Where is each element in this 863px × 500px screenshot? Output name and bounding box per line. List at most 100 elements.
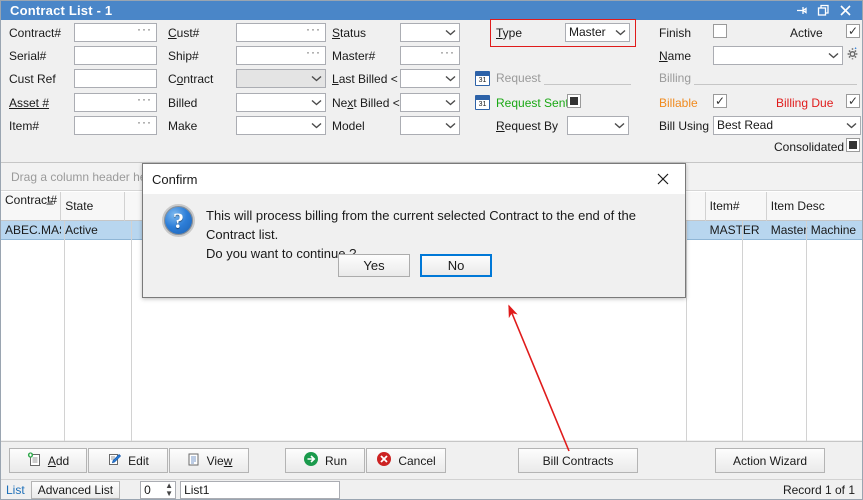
checkbox-consolidated[interactable]: [846, 138, 860, 152]
cell-item: MASTER: [709, 222, 760, 237]
list-number-stepper[interactable]: 0 ▲ ▼: [140, 480, 177, 499]
input-contract-number[interactable]: [74, 21, 157, 42]
checkbox-mark: [849, 141, 857, 149]
label-last-billed: Last Billed <: [332, 72, 398, 86]
calendar-icon-day: 31: [478, 101, 487, 108]
cancel-button[interactable]: Cancel: [366, 448, 446, 473]
checkbox-active[interactable]: ✓: [846, 24, 860, 38]
status-bar: List Advanced List 0 ▲ ▼ List1 Record 1 o…: [1, 479, 862, 499]
grid-column-divider: [742, 221, 743, 441]
label-consolidated: Consolidated: [774, 140, 845, 154]
checkbox-mark: ✓: [847, 23, 859, 38]
group-label-request: Request: [496, 71, 544, 85]
no-button[interactable]: No: [420, 254, 492, 277]
dialog-body: ? This will process billing from the cur…: [143, 194, 685, 299]
restore-icon[interactable]: [812, 1, 834, 20]
action-wizard-button-label: Action Wizard: [732, 453, 808, 468]
label-next-billed: Next Billed <: [332, 96, 400, 110]
grid-column-label: Item#: [709, 199, 740, 213]
cell-state: Active: [65, 222, 98, 237]
spinner-icon[interactable]: ▲ ▼: [165, 481, 173, 498]
sort-ascending-icon: [46, 200, 55, 205]
advanced-list-button[interactable]: Advanced List: [30, 480, 121, 499]
checkbox-billable[interactable]: ✓: [713, 94, 727, 108]
label-make: Make: [168, 119, 198, 133]
input-master-number[interactable]: [400, 44, 460, 65]
label-cust-ref: Cust Ref: [9, 72, 56, 86]
pin-icon[interactable]: [790, 1, 812, 20]
add-button-label: Add: [47, 453, 70, 468]
edit-button-label: Edit: [128, 453, 149, 468]
input-item-number[interactable]: [74, 114, 157, 135]
yes-button[interactable]: Yes: [338, 254, 410, 277]
checkbox-mark: ✓: [847, 93, 859, 108]
window-title: Contract List - 1: [10, 3, 113, 18]
combo-last-billed[interactable]: [400, 69, 460, 88]
grid-column-divider: [64, 221, 65, 441]
label-ship-number: Ship#: [168, 49, 199, 63]
cancel-x-icon: [376, 451, 392, 470]
action-wizard-button[interactable]: Action Wizard: [715, 448, 825, 473]
combo-request-by[interactable]: [567, 116, 629, 135]
bill-contracts-button-label: Bill Contracts: [542, 453, 614, 468]
input-ship-number[interactable]: [236, 44, 326, 65]
grid-column-label: State: [65, 199, 94, 213]
grid-column-label: Item Desc: [770, 199, 825, 213]
bill-contracts-button[interactable]: Bill Contracts: [518, 448, 638, 473]
list-tab-link[interactable]: List: [6, 483, 25, 497]
chevron-down-icon: [614, 117, 625, 134]
label-model: Model: [332, 119, 365, 133]
input-cust-ref[interactable]: [74, 69, 157, 88]
grid-column-header-item[interactable]: Item#: [706, 192, 767, 221]
grid-column-header-state[interactable]: State: [61, 192, 126, 221]
edit-button[interactable]: Edit: [88, 448, 168, 473]
calendar-icon-day: 31: [478, 77, 487, 84]
combo-next-billed[interactable]: [400, 93, 460, 112]
label-status: Status: [332, 26, 367, 40]
combo-contract[interactable]: [236, 69, 326, 88]
dialog-title: Confirm: [152, 171, 198, 187]
close-icon[interactable]: [641, 164, 685, 194]
chevron-down-icon: [846, 117, 857, 134]
add-button[interactable]: Add: [9, 448, 87, 473]
label-serial-number: Serial#: [9, 49, 47, 63]
settings-gear-icon[interactable]: [844, 45, 860, 64]
grid-column-header-item-desc[interactable]: Item Desc: [767, 192, 862, 221]
list-number-value: 0: [144, 482, 151, 497]
grid-column-divider: [806, 221, 807, 441]
calendar-icon[interactable]: 31: [475, 71, 490, 86]
label-master-number: Master#: [332, 49, 376, 63]
cell-item-desc: Master Machine: [770, 222, 857, 237]
input-asset-number[interactable]: [74, 91, 157, 112]
input-cust-number[interactable]: [236, 21, 326, 42]
cell-contract: ABEC.MAST: [5, 222, 61, 237]
list-name-input[interactable]: List1: [180, 480, 341, 499]
grid-column-divider: [686, 221, 687, 441]
combo-name[interactable]: [713, 46, 843, 65]
label-billed: Billed: [168, 96, 198, 110]
input-serial-number[interactable]: [74, 46, 157, 65]
combo-make[interactable]: [236, 116, 326, 135]
checkbox-finish[interactable]: [713, 24, 727, 38]
calendar-icon[interactable]: 31: [475, 95, 490, 110]
view-button[interactable]: View: [169, 448, 249, 473]
label-asset-number: Asset #: [9, 96, 50, 110]
label-request-sent: Request Sent: [496, 96, 569, 110]
chevron-down-icon: [311, 117, 322, 134]
run-arrow-icon: [303, 451, 319, 470]
checkbox-request-sent[interactable]: [567, 94, 581, 108]
grid-column-header-contract[interactable]: Contract#: [1, 192, 62, 221]
checkbox-billing-due[interactable]: ✓: [846, 94, 860, 108]
close-icon[interactable]: [834, 1, 856, 20]
run-button[interactable]: Run: [285, 448, 365, 473]
cancel-button-label: Cancel: [398, 453, 436, 468]
label-finish: Finish: [659, 26, 692, 40]
combo-type[interactable]: Master: [565, 23, 630, 42]
combo-bill-using[interactable]: Best Read: [713, 116, 861, 135]
combo-status[interactable]: [400, 23, 460, 42]
label-bill-using: Bill Using: [659, 119, 710, 133]
label-active: Active: [790, 26, 823, 40]
checkbox-mark: [570, 97, 578, 105]
combo-model[interactable]: [400, 116, 460, 135]
combo-billed[interactable]: [236, 93, 326, 112]
